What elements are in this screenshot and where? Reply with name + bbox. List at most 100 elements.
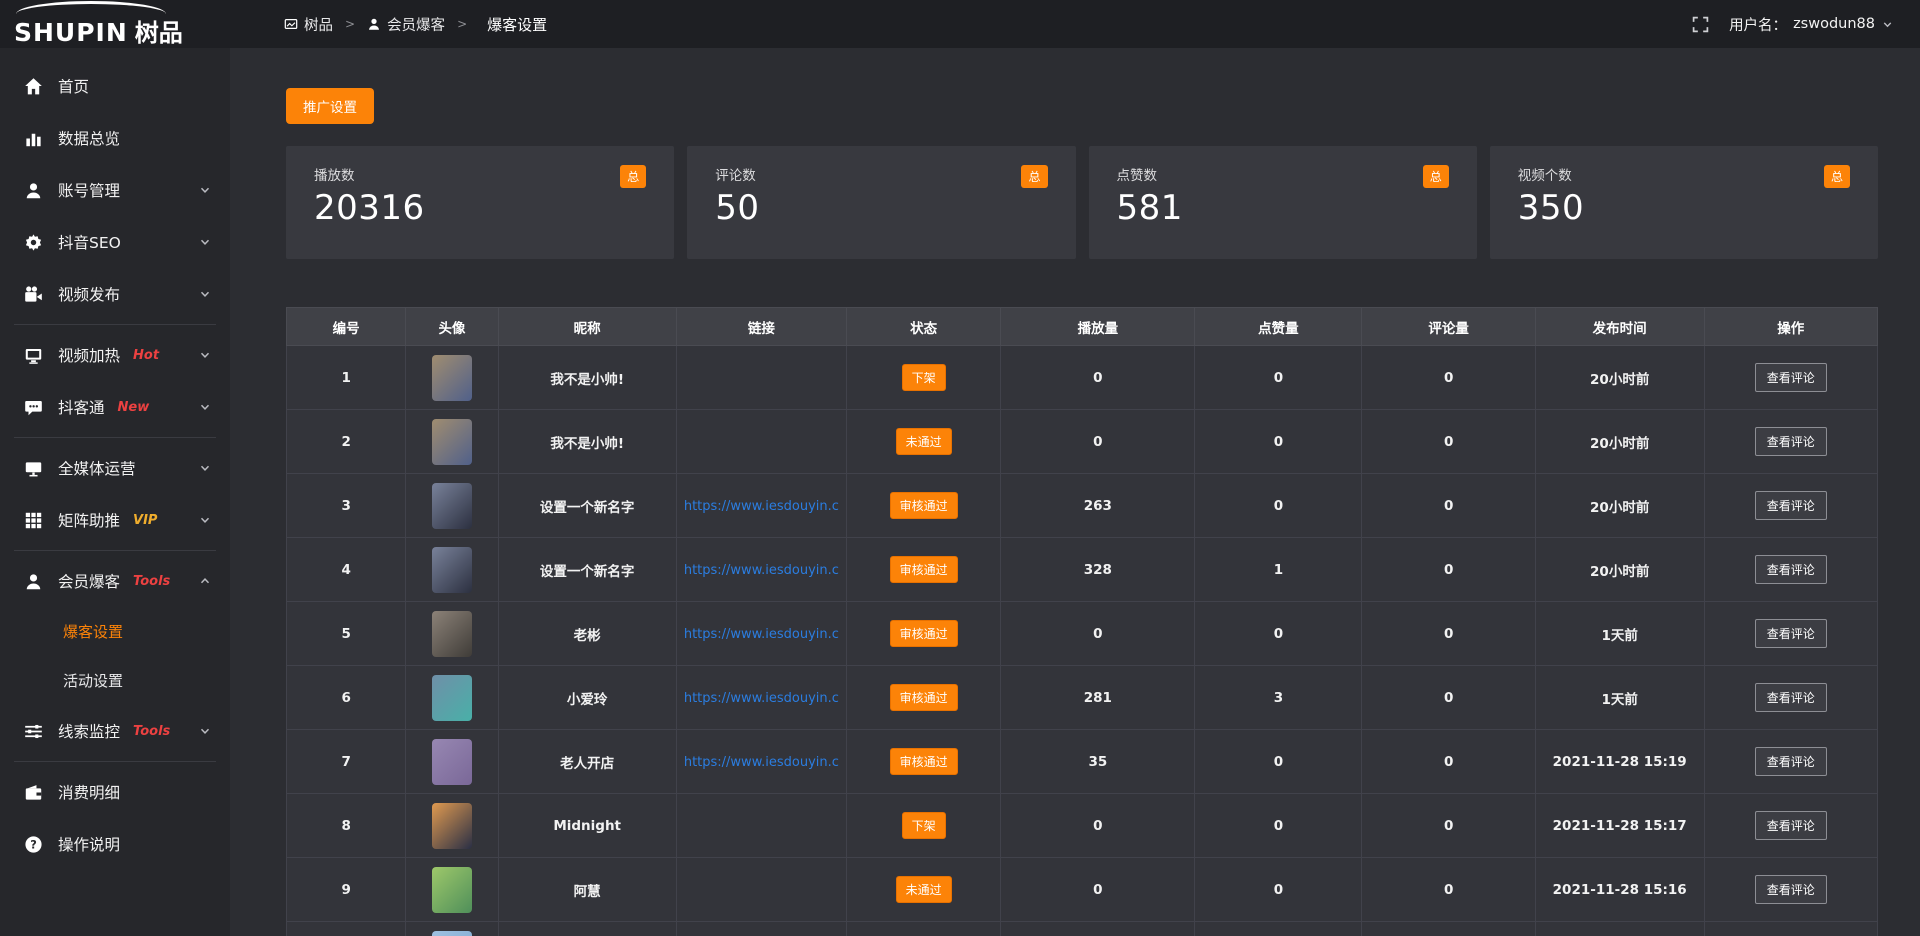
sidebar-item-label: 线索监控 [58,720,120,742]
video-link[interactable]: https://www.iesdouyin.c [684,499,839,514]
view-comments-button[interactable]: 查看评论 [1755,683,1827,712]
logo-arc-decoration [16,1,166,14]
cell-likes: 0 [1195,346,1362,410]
sidebar-item-video-publish[interactable]: 视频发布 [0,268,230,320]
video-link[interactable]: https://www.iesdouyin.c [684,627,839,642]
cell-action: 查看评论 [1704,858,1878,922]
sidebar-item-douyin-seo[interactable]: 抖音SEO [0,216,230,268]
stat-cards: 播放数20316总评论数50总点赞数581总视频个数350总 [286,146,1878,259]
view-comments-button[interactable]: 查看评论 [1755,427,1827,456]
logo-text-en: SHUPIN [14,18,128,48]
cell-plays: 0 [1001,858,1195,922]
cell-comments: 0 [1362,666,1535,730]
cell-plays: 328 [1001,538,1195,602]
view-comments-button[interactable]: 查看评论 [1755,491,1827,520]
sidebar-item-label: 全媒体运营 [58,457,136,479]
view-comments-button[interactable]: 查看评论 [1755,811,1827,840]
screen-icon [24,346,43,365]
member-icon [24,572,43,591]
stat-label: 视频个数 [1518,164,1850,184]
sidebar-subitem-activity-settings[interactable]: 活动设置 [0,656,230,705]
cell-avatar [406,346,498,410]
status-badge: 审核通过 [890,492,958,519]
promo-settings-button[interactable]: 推广设置 [286,88,374,124]
cell-comments: 0 [1362,410,1535,474]
chevron-down-icon [1881,18,1894,31]
sidebar-subitem-label: 爆客设置 [63,621,123,642]
table-row [287,922,1878,936]
cell-id: 1 [287,346,406,410]
breadcrumb-item-0[interactable]: 树品 [284,14,333,35]
cell-time: 20小时前 [1535,410,1704,474]
chevron-down-icon [198,235,212,249]
sidebar-item-media-operation[interactable]: 全媒体运营 [0,442,230,494]
column-header: 状态 [847,308,1001,346]
view-comments-button[interactable]: 查看评论 [1755,555,1827,584]
cell-link [676,410,846,474]
avatar [432,675,472,721]
status-badge: 审核通过 [890,620,958,647]
chevron-down-icon [198,287,212,301]
sidebar-divider [14,437,216,438]
breadcrumb-item-2[interactable]: 爆客设置 [487,14,547,35]
cell-nickname: 小爱玲 [498,666,676,730]
chevron-down-icon [198,461,212,475]
cell-time: 20小时前 [1535,346,1704,410]
cell-plays: 281 [1001,666,1195,730]
cell-plays [1001,922,1195,936]
chevron-down-icon [198,400,212,414]
cell-nickname: Midnight [498,794,676,858]
sidebar-item-clue-monitor[interactable]: 线索监控 Tools [0,705,230,757]
sidebar-item-consume-detail[interactable]: 消费明细 [0,766,230,818]
chevron-down-icon [198,183,212,197]
cell-avatar [406,730,498,794]
cell-time: 1天前 [1535,602,1704,666]
view-comments-button[interactable]: 查看评论 [1755,875,1827,904]
table-row: 2我不是小帅!未通过00020小时前查看评论 [287,410,1878,474]
fullscreen-icon[interactable] [1692,16,1709,33]
logo-text-cn: 树品 [135,18,183,48]
sidebar-item-account-manage[interactable]: 账号管理 [0,164,230,216]
cell-time: 20小时前 [1535,474,1704,538]
status-badge: 未通过 [896,876,952,903]
cell-status: 下架 [847,794,1001,858]
username-value: zswodun88 [1793,16,1875,32]
header-right: 用户名：zswodun88 [1692,14,1920,35]
sidebar-subitem-baoke-settings[interactable]: 爆客设置 [0,607,230,656]
column-header: 编号 [287,308,406,346]
sidebar-item-video-heat[interactable]: 视频加热Hot [0,329,230,381]
sidebar-item-douketong[interactable]: 抖客通New [0,381,230,433]
cell-status: 审核通过 [847,602,1001,666]
chevron-down-icon [198,513,212,527]
cell-comments: 0 [1362,474,1535,538]
avatar [432,867,472,913]
video-camera-icon [24,285,43,304]
video-link[interactable]: https://www.iesdouyin.c [684,691,839,706]
breadcrumb-item-1[interactable]: 会员爆客 [367,14,445,35]
sidebar-item-member-baoke[interactable]: 会员爆客Tools [0,555,230,607]
videos-table: 编号头像昵称链接状态播放量点赞量评论量发布时间操作 1我不是小帅!下架00020… [286,307,1878,936]
sidebar-divider [14,324,216,325]
sidebar-item-matrix-boost[interactable]: 矩阵助推VIP [0,494,230,546]
cell-avatar [406,858,498,922]
video-link[interactable]: https://www.iesdouyin.c [684,755,839,770]
sidebar-item-label: 视频加热 [58,344,120,366]
cell-status: 审核通过 [847,538,1001,602]
view-comments-button[interactable]: 查看评论 [1755,747,1827,776]
table-header-row: 编号头像昵称链接状态播放量点赞量评论量发布时间操作 [287,308,1878,346]
sidebar-item-label: 视频发布 [58,283,120,305]
sidebar-divider [14,550,216,551]
cell-time: 2021-11-28 15:16 [1535,858,1704,922]
video-link[interactable]: https://www.iesdouyin.c [684,563,839,578]
sidebar-item-home[interactable]: 首页 [0,60,230,112]
cell-comments: 0 [1362,794,1535,858]
view-comments-button[interactable]: 查看评论 [1755,363,1827,392]
user-menu[interactable]: 用户名：zswodun88 [1729,14,1894,35]
sidebar-item-data-overview[interactable]: 数据总览 [0,112,230,164]
view-comments-button[interactable]: 查看评论 [1755,619,1827,648]
sidebar-item-operation-guide[interactable]: ?操作说明 [0,818,230,870]
cell-link: https://www.iesdouyin.c [676,730,846,794]
cell-status: 审核通过 [847,666,1001,730]
brand-logo: SHUPIN 树品 [0,0,230,48]
item-tag: Tools [133,724,170,739]
